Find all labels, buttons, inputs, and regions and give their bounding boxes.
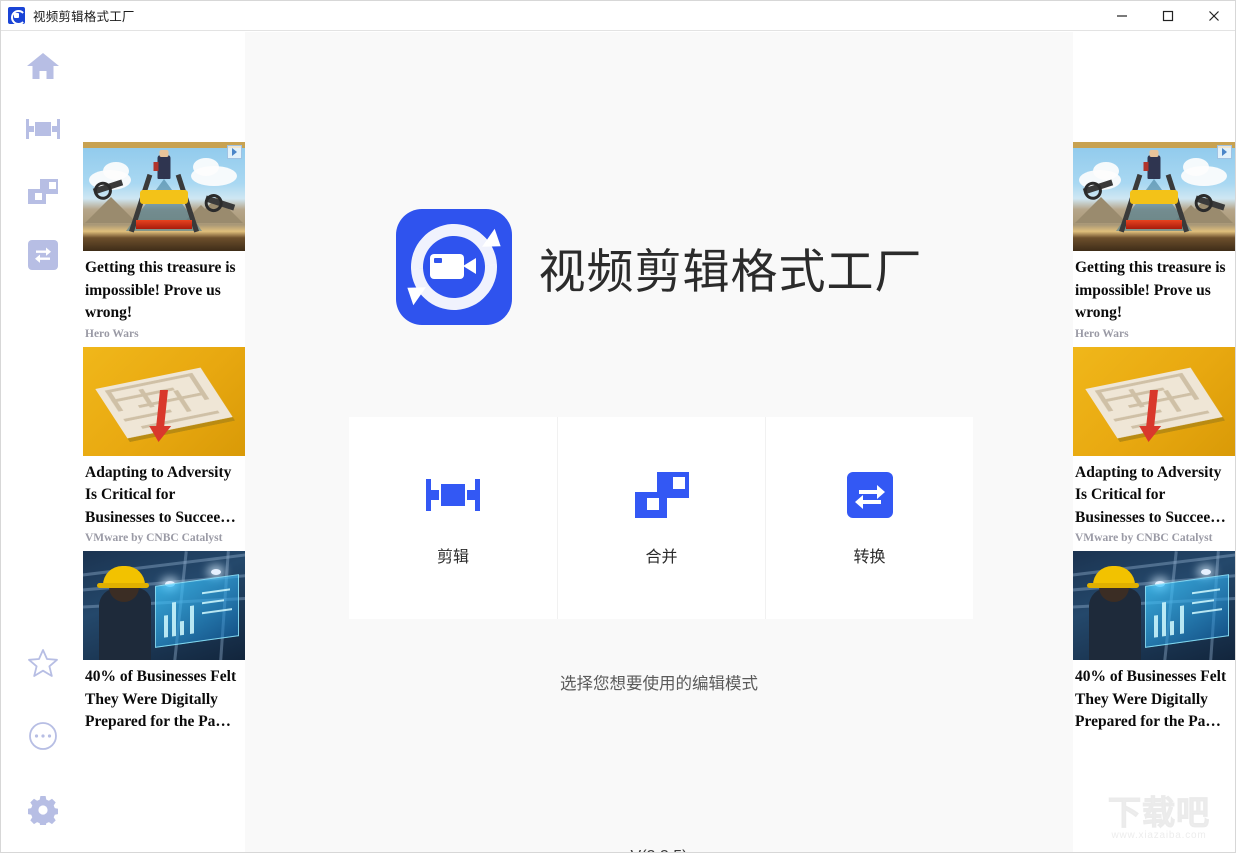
hero-wars-treasure-artwork [1073, 142, 1235, 251]
home-icon [26, 51, 60, 81]
sidebar-item-convert[interactable] [20, 232, 66, 278]
window-title: 视频剪辑格式工厂 [33, 6, 135, 25]
mode-card-label: 剪辑 [437, 543, 469, 567]
convert-icon [847, 469, 893, 521]
title-bar: 视频剪辑格式工厂 [1, 1, 1236, 31]
sidebar-item-more[interactable] [20, 713, 66, 759]
mode-card-merge[interactable]: 合并 [557, 417, 765, 619]
mode-card-label: 合并 [645, 543, 677, 567]
brand-header: 视频剪辑格式工厂 [245, 209, 1073, 325]
ad-title[interactable]: 40% of Businesses Felt They Were Digital… [1073, 660, 1235, 734]
ad-source [1073, 734, 1235, 744]
ad-source: VMware by CNBC Catalyst [83, 529, 245, 551]
right-ad-column: Getting this treasure is impossible! Pro… [1073, 32, 1235, 853]
main-content: 视频剪辑格式工厂 剪辑 [245, 32, 1073, 853]
maximize-button[interactable] [1145, 1, 1191, 31]
maze-with-red-arrow-photo [1073, 347, 1235, 456]
sidebar-item-favorite[interactable] [20, 639, 66, 685]
video-converter-logo-icon [396, 209, 512, 325]
ad-image [83, 142, 245, 251]
adchoices-icon[interactable] [227, 145, 242, 159]
worker-with-hologram-photo [1073, 551, 1235, 660]
ad-image [83, 551, 245, 660]
ad-source [83, 734, 245, 744]
ad-source: Hero Wars [83, 325, 245, 347]
mode-card-label: 转换 [853, 543, 885, 567]
ad-title[interactable]: 40% of Businesses Felt They Were Digital… [83, 660, 245, 734]
sidebar-item-home[interactable] [20, 43, 66, 89]
more-circle-icon [28, 721, 58, 751]
version-label: V(2.2.5) [245, 848, 1073, 853]
star-icon [28, 648, 58, 677]
ad-title[interactable]: Getting this treasure is impossible! Pro… [1073, 251, 1235, 325]
ad-unit[interactable]: Getting this treasure is impossible! Pro… [83, 142, 245, 347]
sidebar-item-trim[interactable] [20, 106, 66, 152]
sidebar-item-settings[interactable] [20, 787, 66, 833]
ad-source: Hero Wars [1073, 325, 1235, 347]
rail-primary-group [20, 43, 66, 278]
mode-card-trim[interactable]: 剪辑 [349, 417, 557, 619]
adchoices-icon[interactable] [1217, 145, 1232, 159]
close-button[interactable] [1191, 1, 1236, 31]
ad-title[interactable]: Adapting to Adversity Is Critical for Bu… [83, 456, 245, 530]
merge-icon [635, 469, 689, 521]
rail-secondary-group [20, 639, 66, 833]
trim-icon [26, 117, 60, 141]
ad-unit[interactable]: 40% of Businesses Felt They Were Digital… [1073, 551, 1235, 744]
gear-icon [28, 795, 58, 825]
ad-image [1073, 142, 1235, 251]
merge-icon [27, 179, 59, 205]
ad-unit[interactable]: 40% of Businesses Felt They Were Digital… [83, 551, 245, 744]
left-ad-column: Getting this treasure is impossible! Pro… [83, 32, 245, 853]
ad-source: VMware by CNBC Catalyst [1073, 529, 1235, 551]
minimize-button[interactable] [1099, 1, 1145, 31]
ad-unit[interactable]: Getting this treasure is impossible! Pro… [1073, 142, 1235, 347]
application-window: 视频剪辑格式工厂 [0, 0, 1236, 853]
mode-hint-text: 选择您想要使用的编辑模式 [245, 670, 1073, 694]
ad-title[interactable]: Adapting to Adversity Is Critical for Bu… [1073, 456, 1235, 530]
convert-icon [28, 240, 58, 270]
brand-name: 视频剪辑格式工厂 [539, 233, 923, 302]
worker-with-hologram-photo [83, 551, 245, 660]
maze-with-red-arrow-photo [83, 347, 245, 456]
sidebar-item-merge[interactable] [20, 169, 66, 215]
ad-unit[interactable]: Adapting to Adversity Is Critical for Bu… [83, 347, 245, 552]
hero-wars-treasure-artwork [83, 142, 245, 251]
window-controls [1099, 1, 1236, 31]
left-navigation-rail [2, 32, 83, 853]
mode-card-convert[interactable]: 转换 [765, 417, 973, 619]
ad-unit[interactable]: Adapting to Adversity Is Critical for Bu… [1073, 347, 1235, 552]
ad-image [83, 347, 245, 456]
mode-card-group: 剪辑 合并 [349, 417, 973, 619]
app-icon [8, 7, 25, 24]
ad-image [1073, 551, 1235, 660]
ad-image [1073, 347, 1235, 456]
ad-title[interactable]: Getting this treasure is impossible! Pro… [83, 251, 245, 325]
trim-icon [426, 469, 480, 521]
